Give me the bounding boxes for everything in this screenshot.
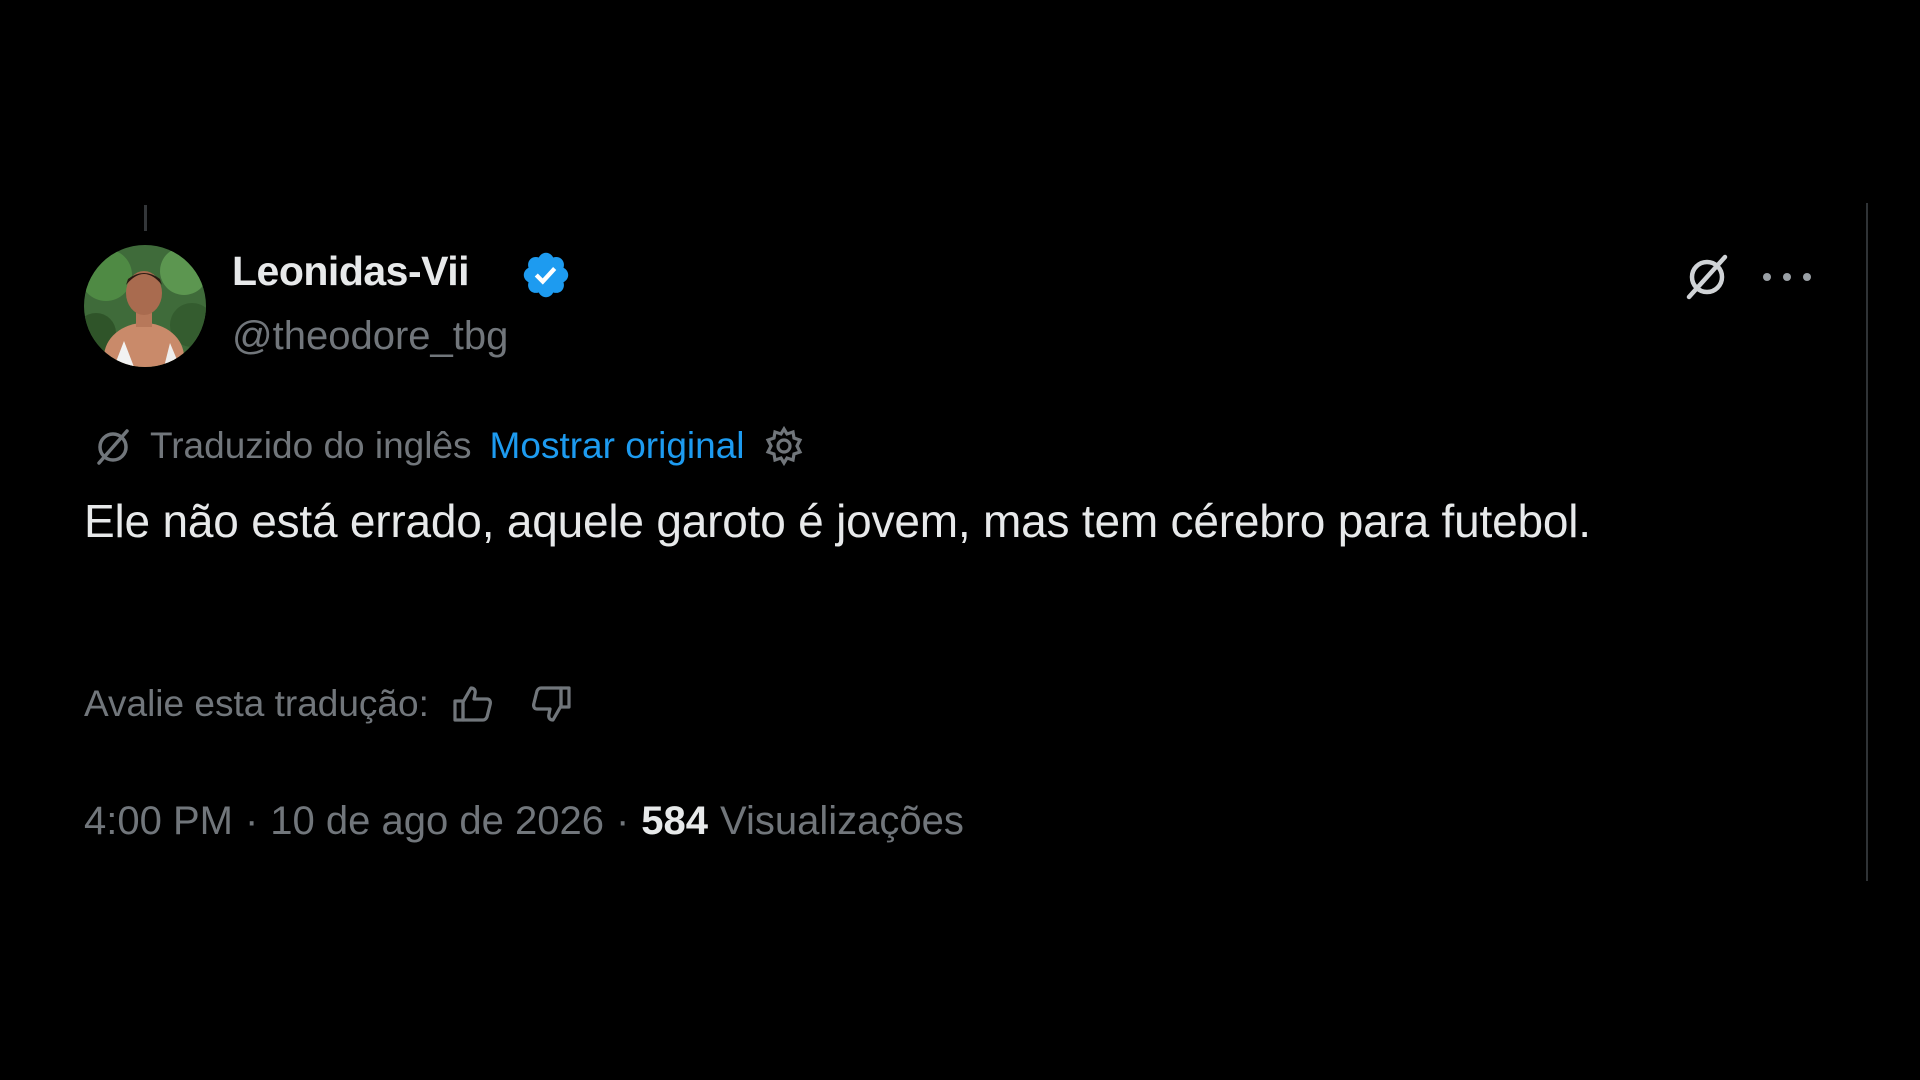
translation-notice: Traduzido do inglês Mostrar original xyxy=(90,420,807,472)
avatar[interactable] xyxy=(84,245,206,367)
more-options-icon[interactable] xyxy=(1763,257,1811,297)
thumb-down-icon[interactable] xyxy=(527,680,575,728)
settings-icon[interactable] xyxy=(761,423,807,469)
meta-separator: · xyxy=(615,798,630,843)
tweet-text: Ele não está errado, aquele garoto é jov… xyxy=(84,495,1591,547)
translate-icon xyxy=(97,429,129,465)
grok-icon[interactable] xyxy=(1680,250,1734,304)
views-count: 584 xyxy=(641,798,709,843)
thread-connector-line xyxy=(144,205,147,231)
meta-separator: · xyxy=(244,798,259,843)
views-label: Visualizações xyxy=(720,798,964,843)
tweet-date[interactable]: 10 de ago de 2026 xyxy=(270,799,604,844)
author-handle[interactable]: @theodore_tbg xyxy=(232,314,508,359)
author-name[interactable]: Leonidas-Vii xyxy=(232,248,470,295)
translated-label: Traduzido do inglês xyxy=(150,425,472,466)
thumb-up-icon[interactable] xyxy=(449,680,497,728)
tweet-meta: 4:00 PM · 10 de ago de 2026 · 584 Visual… xyxy=(84,793,964,849)
tweet-time[interactable]: 4:00 PM xyxy=(84,799,233,844)
rate-translation-label: Avalie esta tradução: xyxy=(84,683,429,724)
tweet-detail: Leonidas-Vii @theodore_tbg Traduzido do … xyxy=(0,0,1920,1080)
rate-translation: Avalie esta tradução: xyxy=(84,676,575,732)
column-divider xyxy=(1866,203,1868,881)
verified-badge-icon[interactable] xyxy=(520,249,572,301)
show-original-link[interactable]: Mostrar original xyxy=(490,425,745,467)
